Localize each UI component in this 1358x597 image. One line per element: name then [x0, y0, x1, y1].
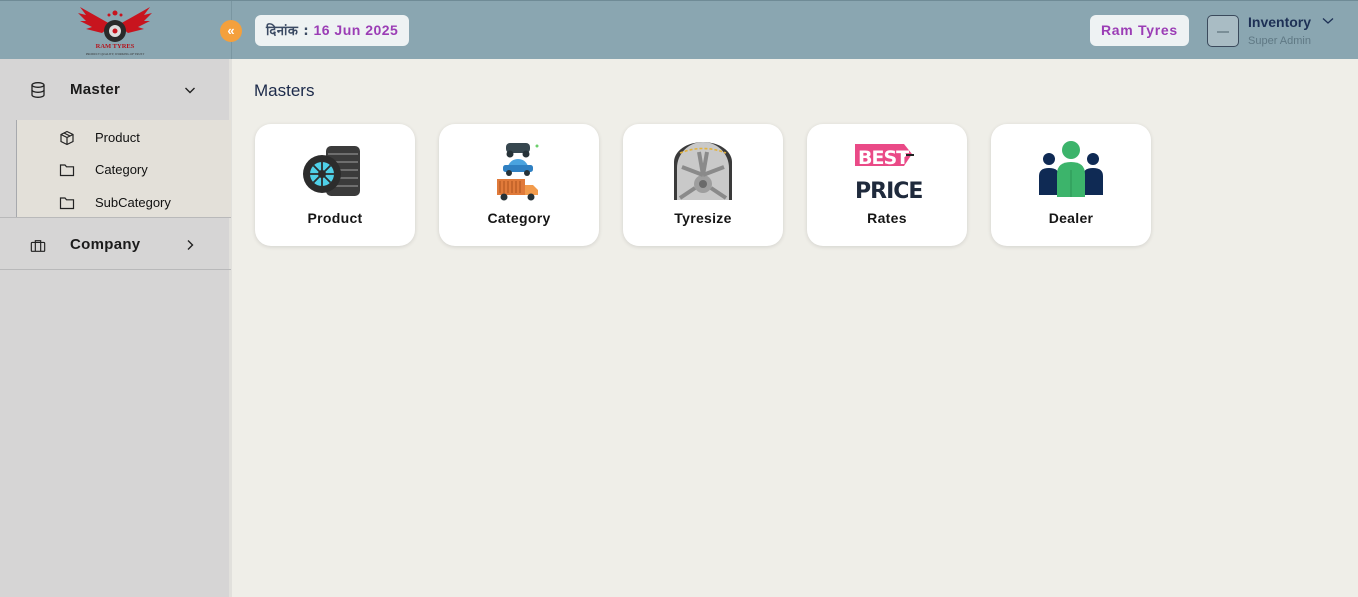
vehicles-icon [497, 143, 539, 201]
sidebar-item-category-label: Category [95, 162, 148, 177]
database-icon [31, 82, 45, 98]
master-submenu: Product Category SubCategory [16, 120, 231, 217]
sidebar: Master Product Category SubCategory Comp… [0, 59, 232, 597]
master-card-product[interactable]: Product [255, 124, 415, 246]
brand-logo[interactable]: RAM TYRES PRODUCT QUALITY, WORKING OF TR… [72, 3, 158, 57]
master-card-tyresize-label: Tyresize [674, 210, 732, 226]
logo-tagline: PRODUCT QUALITY, WORKING OF TRUST [85, 52, 145, 56]
folder-icon [59, 164, 75, 177]
master-card-product-label: Product [307, 210, 363, 226]
master-card-category-label: Category [487, 210, 551, 226]
logo-text: RAM TYRES [95, 43, 135, 50]
date-value: 16 Jun 2025 [313, 22, 399, 38]
briefcase-icon [30, 240, 46, 252]
master-card-tyresize[interactable]: Tyresize [623, 124, 783, 246]
master-card-rates[interactable]: BEST PRICE Rates [807, 124, 967, 246]
cube-icon [60, 130, 74, 146]
sidebar-item-subcategory[interactable]: SubCategory [17, 187, 232, 217]
sidebar-item-category[interactable]: Category [17, 154, 232, 184]
svg-text:BEST: BEST [858, 147, 909, 169]
user-menu-chevron-icon[interactable] [1322, 14, 1334, 28]
sidebar-item-product-label: Product [95, 130, 140, 145]
master-card-dealer[interactable]: Dealer [991, 124, 1151, 246]
folder-icon [59, 197, 75, 210]
logo-area: RAM TYRES PRODUCT QUALITY, WORKING OF TR… [0, 1, 232, 60]
user-role: Super Admin [1248, 35, 1311, 47]
tyre-wheel-icon [674, 142, 732, 200]
avatar-placeholder-icon [1217, 30, 1229, 33]
chevron-down-icon [185, 87, 195, 94]
sidebar-item-master[interactable]: Master [0, 59, 231, 117]
date-label: दिनांक : [266, 24, 310, 39]
sidebar-item-subcategory-label: SubCategory [95, 195, 171, 210]
sidebar-collapse-button[interactable]: « [220, 20, 242, 42]
master-card-dealer-label: Dealer [1048, 210, 1094, 226]
chevron-right-icon [187, 240, 194, 250]
user-avatar[interactable] [1207, 15, 1239, 47]
top-bar: RAM TYRES PRODUCT QUALITY, WORKING OF TR… [0, 0, 1358, 60]
firm-name-badge[interactable]: Ram Tyres [1090, 15, 1189, 46]
user-name[interactable]: Inventory [1248, 14, 1311, 30]
sidebar-item-master-label: Master [70, 81, 121, 98]
sidebar-divider [0, 269, 231, 270]
master-card-category[interactable]: Category [439, 124, 599, 246]
people-group-icon [1039, 141, 1103, 197]
tyre-stack-icon [303, 146, 360, 196]
svg-text:PRICE: PRICE [855, 179, 922, 202]
master-card-rates-label: Rates [867, 210, 907, 226]
date-display: दिनांक : 16 Jun 2025 [255, 15, 410, 46]
sidebar-item-company[interactable]: Company [0, 214, 231, 272]
sidebar-item-product[interactable]: Product [17, 122, 232, 152]
page-title: Masters [254, 81, 315, 100]
best-price-icon: BEST PRICE [855, 144, 922, 202]
sidebar-item-company-label: Company [70, 236, 141, 253]
